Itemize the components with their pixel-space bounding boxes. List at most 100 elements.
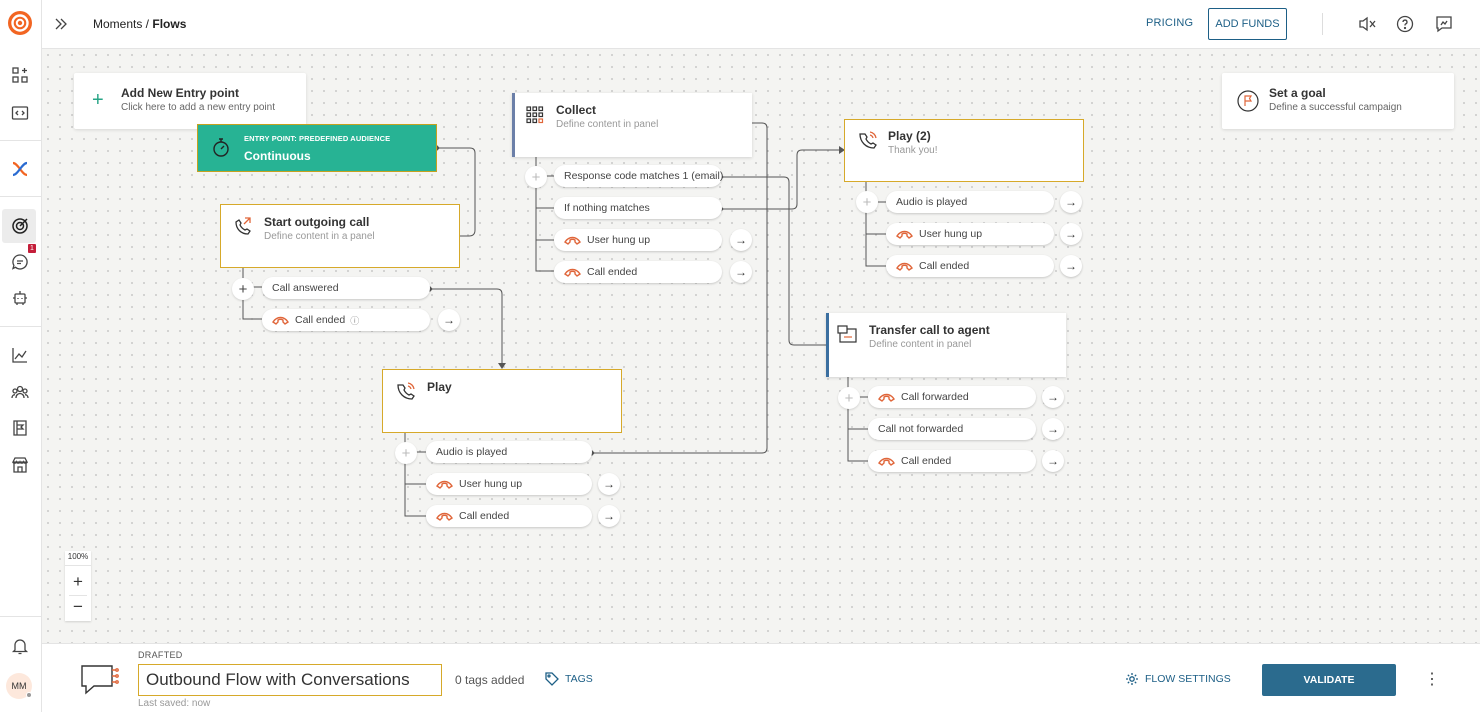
collect-node[interactable]: Collect Define content in panel [512, 93, 752, 157]
arrow-right-icon[interactable]: → [1060, 191, 1082, 213]
validate-button[interactable]: VALIDATE [1262, 664, 1396, 696]
output-user-hung-up[interactable]: User hung up [426, 473, 592, 495]
output-user-hung-up[interactable]: User hung up [886, 223, 1054, 245]
node-title: Transfer call to agent [869, 323, 990, 337]
arrow-right-icon[interactable]: → [1060, 255, 1082, 277]
flow-settings-label: FLOW SETTINGS [1145, 673, 1231, 685]
arrow-right-icon[interactable]: → [1042, 386, 1064, 408]
pricing-link[interactable]: PRICING [1146, 17, 1193, 29]
goal-subtitle: Define a successful campaign [1269, 102, 1402, 113]
transfer-call-node[interactable]: Transfer call to agent Define content in… [826, 313, 1066, 377]
arrow-right-icon[interactable]: → [730, 229, 752, 251]
add-output-button[interactable]: + [232, 278, 254, 300]
add-output-button[interactable]: + [395, 442, 417, 464]
hang-up-icon [896, 262, 913, 271]
expand-sidebar-icon[interactable] [50, 13, 72, 35]
sound-off-icon[interactable] [1356, 13, 1378, 35]
output-label: Audio is played [896, 196, 968, 208]
arrow-right-icon[interactable]: → [1060, 223, 1082, 245]
node-subtitle: Define content in a panel [264, 231, 375, 242]
output-call-ended[interactable]: Call ended [426, 505, 592, 527]
gear-icon [1126, 673, 1138, 685]
exchange-logo-icon[interactable] [6, 155, 34, 183]
brand-logo-icon[interactable] [6, 9, 34, 37]
start-outgoing-call-node[interactable]: Start outgoing call Define content in a … [220, 204, 460, 268]
tags-button[interactable]: TAGS [545, 672, 593, 686]
output-call-ended[interactable]: Call ended ⓘ [262, 309, 430, 331]
zoom-controls: + − [65, 551, 91, 621]
add-funds-button[interactable]: ADD FUNDS [1208, 8, 1287, 40]
add-output-button[interactable]: + [525, 166, 547, 188]
output-call-not-forwarded[interactable]: Call not forwarded [868, 418, 1036, 440]
play-call-icon [859, 131, 877, 149]
analytics-icon[interactable] [6, 341, 34, 369]
arrow-right-icon[interactable]: → [1042, 450, 1064, 472]
hang-up-icon [564, 268, 581, 277]
output-label: User hung up [587, 234, 651, 246]
developer-icon[interactable] [6, 99, 34, 127]
set-goal-card[interactable]: Set a goal Define a successful campaign [1222, 73, 1454, 129]
output-label: Call ended [919, 260, 970, 272]
bell-icon[interactable] [6, 632, 34, 660]
apps-icon[interactable] [6, 61, 34, 89]
help-icon[interactable] [1394, 13, 1416, 35]
flow-canvas[interactable]: + Add New Entry point Click here to add … [42, 49, 1480, 643]
flow-chat-icon [81, 665, 119, 695]
breadcrumb-current: Flows [152, 17, 187, 31]
hang-up-icon [878, 457, 895, 466]
output-call-ended[interactable]: Call ended [868, 450, 1036, 472]
output-if-nothing-matches[interactable]: If nothing matches [554, 197, 722, 219]
presence-dot [26, 692, 32, 698]
more-options-icon[interactable]: ⋮ [1424, 669, 1440, 689]
arrow-right-icon[interactable]: → [598, 505, 620, 527]
moments-target-icon[interactable] [6, 212, 34, 240]
breadcrumb-parent[interactable]: Moments / [93, 17, 149, 31]
zoom-out-button[interactable]: − [65, 598, 91, 618]
header-divider [1322, 13, 1323, 35]
tag-icon [545, 672, 559, 686]
output-user-hung-up[interactable]: User hung up [554, 229, 722, 251]
output-audio-played[interactable]: Audio is played [426, 441, 592, 463]
add-output-button[interactable]: + [838, 387, 860, 409]
hang-up-icon [272, 316, 289, 325]
flow-settings-button[interactable]: FLOW SETTINGS [1125, 672, 1231, 686]
feedback-icon[interactable] [1433, 13, 1455, 35]
info-icon[interactable]: ⓘ [350, 314, 359, 327]
content-icon[interactable] [6, 414, 34, 442]
plus-icon: + [92, 89, 104, 111]
add-entry-point-card[interactable]: + Add New Entry point Click here to add … [74, 73, 306, 129]
output-label: Call ended [459, 510, 510, 522]
output-call-ended[interactable]: Call ended [886, 255, 1054, 277]
goal-flag-icon [1237, 90, 1259, 112]
outgoing-call-icon [235, 217, 251, 235]
arrow-right-icon[interactable]: → [1042, 418, 1064, 440]
arrow-right-icon[interactable]: → [438, 309, 460, 331]
node-title: Start outgoing call [264, 215, 370, 229]
output-label: User hung up [919, 228, 983, 240]
output-call-forwarded[interactable]: Call forwarded [868, 386, 1036, 408]
entry-point-node[interactable]: ENTRY POINT: PREDEFINED AUDIENCE Continu… [197, 124, 437, 172]
output-label: User hung up [459, 478, 523, 490]
hang-up-icon [436, 512, 453, 521]
flow-name-input[interactable]: Outbound Flow with Conversations [138, 664, 442, 696]
bot-icon[interactable] [6, 284, 34, 312]
zoom-in-button[interactable]: + [65, 571, 91, 593]
output-call-answered[interactable]: Call answered [262, 277, 430, 299]
output-call-ended[interactable]: Call ended [554, 261, 722, 283]
add-entry-title: Add New Entry point [121, 86, 239, 100]
node-title: Play (2) [888, 129, 931, 143]
output-audio-played[interactable]: Audio is played [886, 191, 1054, 213]
node-subtitle: Define content in panel [556, 119, 659, 130]
play-node[interactable]: Play [382, 369, 622, 433]
node-subtitle: Define content in panel [869, 339, 972, 350]
output-label: Call ended [295, 314, 346, 326]
play-2-node[interactable]: Play (2) Thank you! [844, 119, 1084, 182]
people-icon[interactable] [6, 378, 34, 406]
arrow-right-icon[interactable]: → [598, 473, 620, 495]
arrow-right-icon[interactable]: → [730, 261, 752, 283]
add-output-button[interactable]: + [856, 191, 878, 213]
left-rail: 1 MM [0, 0, 42, 712]
output-response-code[interactable]: Response code matches 1 (email) [554, 165, 723, 187]
node-title: Collect [556, 103, 597, 117]
store-icon[interactable] [6, 451, 34, 479]
